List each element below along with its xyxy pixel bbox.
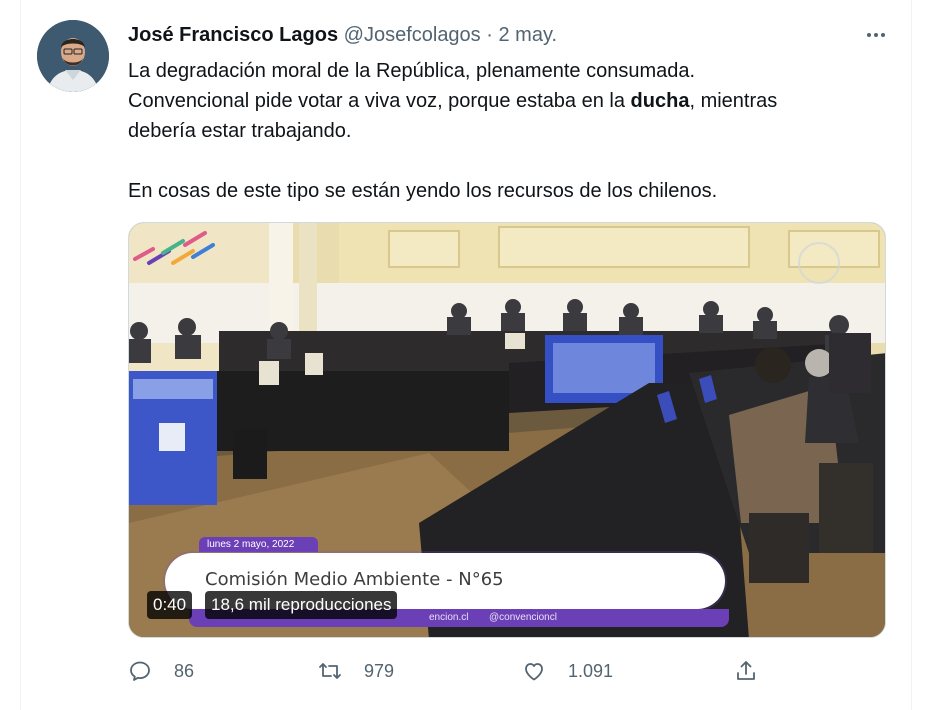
author-handle[interactable]: @Josefcolagos (344, 24, 481, 46)
overlay-stripes-icon (133, 231, 215, 265)
video-player[interactable]: lunes 2 mayo, 2022 Comisión Medio Ambien… (128, 222, 886, 638)
like-button[interactable]: 1.091 (522, 654, 613, 688)
tweet-header: José Francisco Lagos @Josefcolagos · 2 m… (128, 22, 557, 48)
heart-icon (525, 663, 543, 681)
author-name[interactable]: José Francisco Lagos (128, 24, 338, 46)
avatar[interactable] (37, 20, 109, 92)
share-button[interactable] (734, 654, 758, 688)
video-duration: 0:40 (147, 591, 193, 619)
video-views: 18,6 mil reproducciones (205, 591, 398, 619)
overlay-title: Comisión Medio Ambiente - N°65 (205, 569, 504, 590)
overlay-date: lunes 2 mayo, 2022 (199, 537, 319, 552)
tweet-date[interactable]: 2 may. (498, 24, 557, 46)
tweet-paragraph-1: La degradación moral de la República, pl… (128, 60, 778, 142)
tweet-text: La degradación moral de la República, pl… (128, 56, 888, 206)
more-button[interactable] (861, 24, 891, 46)
separator: · (486, 24, 493, 46)
tweet-paragraph-2: En cosas de este tipo se están yendo los… (128, 180, 718, 202)
retweet-icon (319, 663, 341, 679)
retweet-button[interactable]: 979 (318, 654, 394, 688)
tweet-actions: 86 979 1.091 (128, 654, 888, 688)
like-count: 1.091 (568, 660, 614, 681)
more-icon (867, 33, 871, 37)
reply-count: 86 (174, 660, 195, 681)
avatar-image (37, 20, 109, 92)
reply-button[interactable]: 86 (128, 654, 194, 688)
overlay-social: @convencioncl (489, 612, 557, 623)
retweet-count: 979 (364, 660, 395, 681)
overlay-website: encion.cl (429, 612, 469, 623)
share-icon (737, 661, 755, 680)
tweet-card[interactable]: José Francisco Lagos @Josefcolagos · 2 m… (20, 0, 912, 710)
reply-icon (130, 661, 150, 681)
bold-word: ducha (630, 90, 690, 112)
